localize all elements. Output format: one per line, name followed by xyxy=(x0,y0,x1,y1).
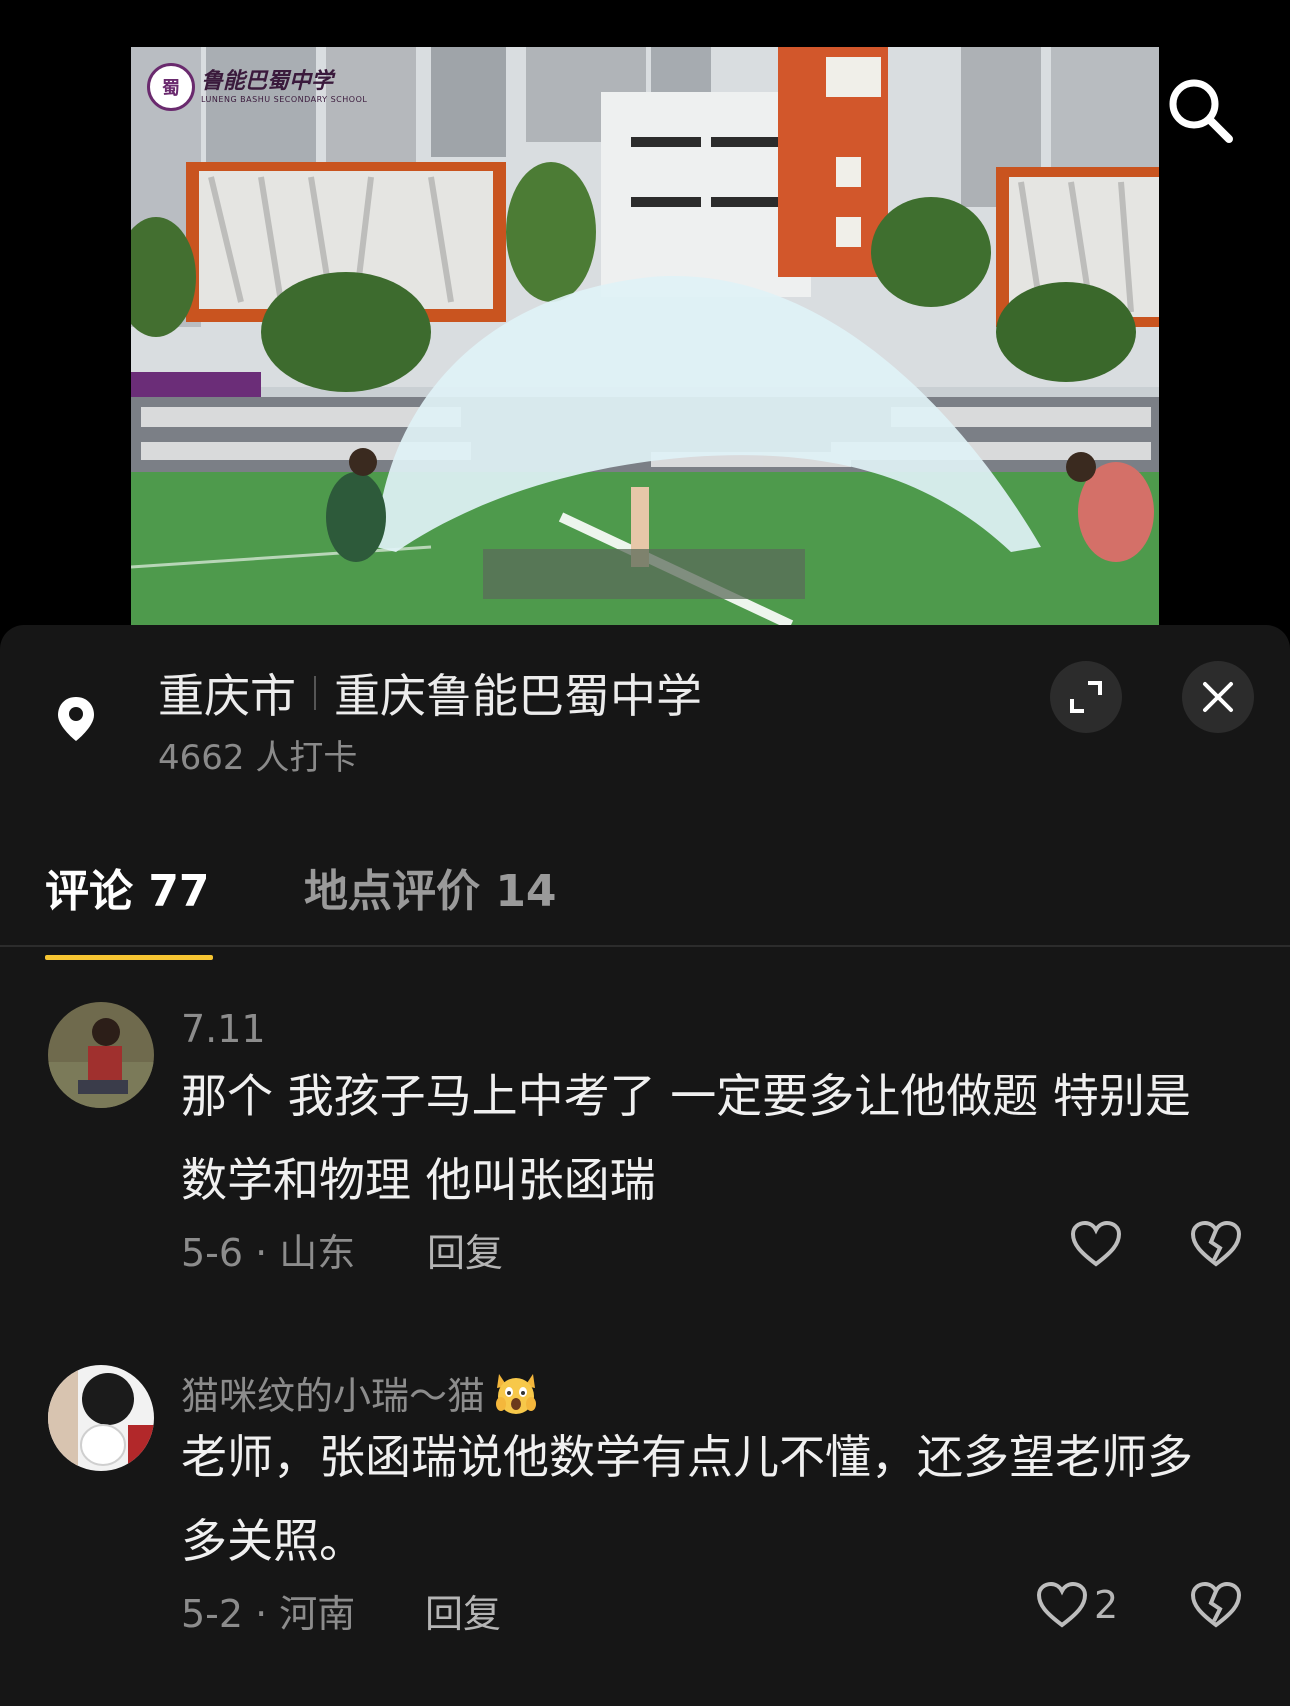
search-icon xyxy=(1169,79,1233,143)
school-logo: 蜀 鲁能巴蜀中学 LUNENG BASHU SECONDARY SCHOOL xyxy=(147,63,367,111)
heart-icon xyxy=(1036,1581,1088,1628)
dislike-button[interactable] xyxy=(1190,1581,1242,1633)
title-divider xyxy=(314,676,316,710)
location-city: 重庆市 xyxy=(158,669,296,723)
video-frame[interactable]: 蜀 鲁能巴蜀中学 LUNENG BASHU SECONDARY SCHOOL xyxy=(131,47,1159,625)
school-name-cn: 鲁能巴蜀中学 xyxy=(201,68,334,94)
video-area[interactable]: 蜀 鲁能巴蜀中学 LUNENG BASHU SECONDARY SCHOOL xyxy=(0,0,1290,640)
avatar[interactable] xyxy=(48,1002,154,1108)
location-header[interactable]: 重庆市 重庆鲁能巴蜀中学 4662 人打卡 xyxy=(0,625,1290,795)
dislike-button[interactable] xyxy=(1190,1220,1242,1272)
active-tab-indicator xyxy=(45,955,213,960)
comment-item[interactable]: 7.11 那个 我孩子马上中考了 一定要多让他做题 特别是数学和物理 他叫张函瑞… xyxy=(0,1002,1290,1342)
reply-button[interactable]: 回复 xyxy=(425,1583,501,1638)
comment-meta: 5-2 · 河南 xyxy=(181,1592,356,1636)
location-place: 重庆鲁能巴蜀中学 xyxy=(334,669,702,723)
avatar-image xyxy=(48,1002,154,1108)
reply-button[interactable]: 回复 xyxy=(427,1222,503,1277)
close-button[interactable] xyxy=(1182,661,1254,733)
school-name-en: LUNENG BASHU SECONDARY SCHOOL xyxy=(201,95,368,104)
avatar[interactable] xyxy=(48,1365,154,1471)
scared-cat-emoji-icon xyxy=(496,1373,537,1414)
comment-item[interactable]: 猫咪纹的小瑞～猫 老师，张函瑞说他数学有点儿不懂，还多望老师多多关照。 5-2 … xyxy=(0,1365,1290,1705)
comment-author[interactable]: 7.11 xyxy=(181,1007,266,1051)
avatar-image xyxy=(48,1365,154,1471)
expand-button[interactable] xyxy=(1050,661,1122,733)
comment-text: 那个 我孩子马上中考了 一定要多让他做题 特别是数学和物理 他叫张函瑞 xyxy=(181,1069,1191,1207)
comments-sheet: 重庆市 重庆鲁能巴蜀中学 4662 人打卡 评论 77 地点评价 14 7.11… xyxy=(0,625,1290,1706)
like-button[interactable]: 2 xyxy=(1036,1581,1118,1629)
heart-icon xyxy=(1070,1220,1122,1267)
close-icon xyxy=(1203,682,1233,712)
like-button[interactable] xyxy=(1070,1220,1128,1268)
school-seal: 蜀 xyxy=(147,63,195,111)
broken-heart-icon xyxy=(1190,1220,1242,1267)
video-scene xyxy=(131,47,1159,625)
expand-icon xyxy=(1070,681,1102,713)
broken-heart-icon xyxy=(1190,1581,1242,1628)
comment-text: 老师，张函瑞说他数学有点儿不懂，还多望老师多多关照。 xyxy=(181,1430,1193,1568)
like-count: 2 xyxy=(1094,1583,1119,1627)
location-title[interactable]: 重庆市 重庆鲁能巴蜀中学 xyxy=(158,660,702,726)
checkin-count: 4662 人打卡 xyxy=(158,738,358,778)
comment-meta: 5-6 · 山东 xyxy=(181,1231,356,1275)
location-pin-icon xyxy=(58,697,94,741)
search-button[interactable] xyxy=(1160,70,1240,150)
tab-comments[interactable]: 评论 77 xyxy=(45,855,210,919)
tab-bar: 评论 77 地点评价 14 xyxy=(0,855,1290,947)
comment-author-name: 猫咪纹的小瑞～猫 xyxy=(181,1374,486,1418)
comment-author[interactable]: 猫咪纹的小瑞～猫 xyxy=(181,1365,539,1420)
tab-place-reviews[interactable]: 地点评价 14 xyxy=(304,855,557,919)
